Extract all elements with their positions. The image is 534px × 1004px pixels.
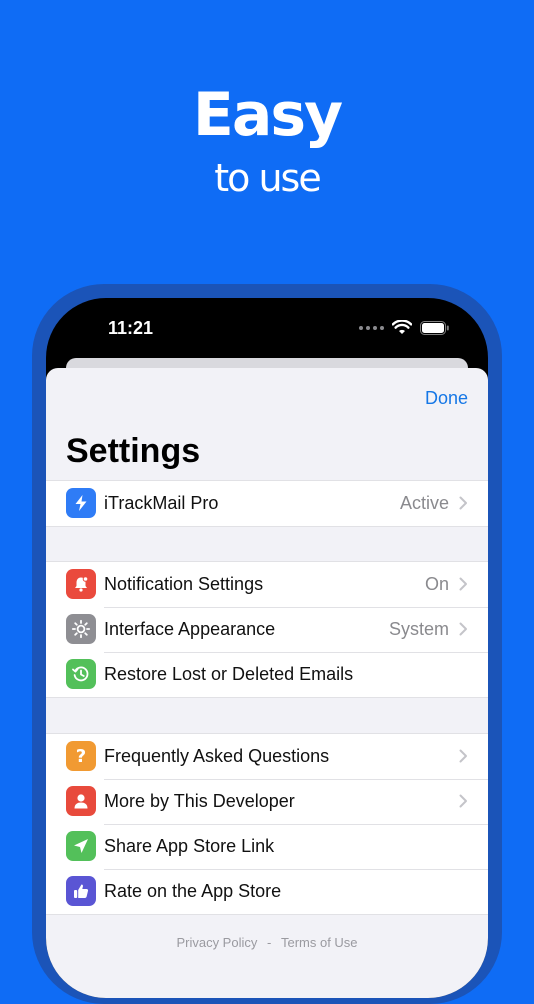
hero-title: Easy: [192, 80, 343, 150]
row-value: Active: [399, 493, 449, 513]
row-rate-app-store[interactable]: Rate on the App Store: [46, 869, 488, 914]
row-label: Restore Lost or Deleted Emails: [104, 664, 354, 684]
question-icon: ?: [66, 741, 96, 771]
chevron-right-icon: [459, 794, 467, 808]
row-label: iTrackMail Pro: [104, 493, 219, 513]
row-label: Rate on the App Store: [104, 881, 282, 901]
chevron-right-icon: [459, 622, 467, 636]
chevron-right-icon: [459, 496, 467, 510]
row-label: Share App Store Link: [104, 836, 275, 856]
row-label: Frequently Asked Questions: [104, 746, 330, 766]
row-faq[interactable]: ? Frequently Asked Questions: [46, 734, 488, 779]
terms-of-use-link[interactable]: Terms of Use: [281, 935, 358, 950]
settings-group-app: Notification Settings On Interface Appea…: [46, 561, 488, 698]
phone-screen: 11:21 Done Settings iTrackMail Pro Activ…: [46, 298, 488, 998]
gear-icon: [66, 614, 96, 644]
row-notification-settings[interactable]: Notification Settings On: [46, 562, 488, 607]
paperplane-icon: [66, 831, 96, 861]
row-value: System: [388, 619, 449, 639]
row-restore-emails[interactable]: Restore Lost or Deleted Emails: [46, 652, 488, 697]
status-icons: [359, 320, 450, 335]
row-itrackmail-pro[interactable]: iTrackMail Pro Active: [46, 481, 488, 526]
signal-icon: [359, 325, 384, 330]
settings-group-about: ? Frequently Asked Questions More by Thi…: [46, 733, 488, 915]
row-more-by-developer[interactable]: More by This Developer: [46, 779, 488, 824]
chevron-right-icon: [459, 749, 467, 763]
row-label: Notification Settings: [104, 574, 264, 594]
done-button[interactable]: Done: [425, 388, 468, 409]
person-icon: [66, 786, 96, 816]
bell-icon: [66, 569, 96, 599]
privacy-policy-link[interactable]: Privacy Policy: [176, 935, 257, 950]
thumbsup-icon: [66, 876, 96, 906]
page-title: Settings: [66, 432, 201, 470]
bolt-icon: [66, 488, 96, 518]
status-time: 11:21: [108, 318, 154, 338]
hero-subtitle: to use: [214, 156, 322, 200]
battery-icon: [420, 320, 449, 335]
row-value: On: [424, 574, 449, 594]
chevron-right-icon: [459, 577, 467, 591]
row-interface-appearance[interactable]: Interface Appearance System: [46, 607, 488, 652]
footer-links: Privacy Policy - Terms of Use: [46, 935, 488, 950]
row-label: More by This Developer: [104, 791, 295, 811]
row-share-app-store-link[interactable]: Share App Store Link: [46, 824, 488, 869]
footer-separator: -: [267, 935, 272, 950]
row-label: Interface Appearance: [104, 619, 276, 639]
settings-group-pro: iTrackMail Pro Active: [46, 480, 488, 527]
wifi-icon: [392, 320, 412, 334]
settings-sheet: Done Settings iTrackMail Pro Active Noti…: [46, 368, 488, 998]
history-icon: [66, 659, 96, 689]
